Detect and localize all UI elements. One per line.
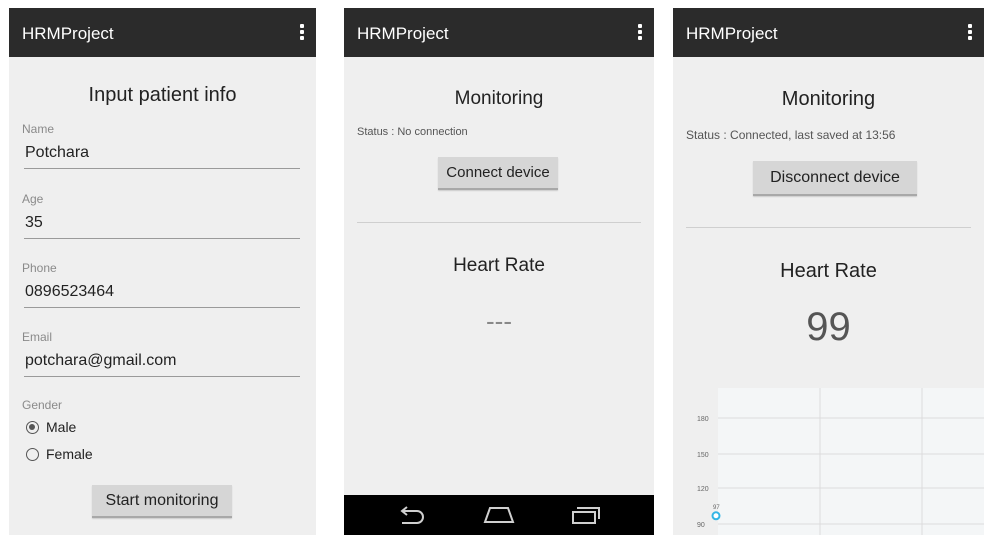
gender-radio-male[interactable]: Male bbox=[26, 419, 76, 435]
phone-label: Phone bbox=[22, 261, 57, 275]
radio-label: Female bbox=[46, 446, 93, 462]
action-bar: HRMProject bbox=[9, 8, 316, 57]
section-divider bbox=[357, 222, 641, 223]
chart-y-tick-label: 90 bbox=[697, 522, 705, 529]
back-icon[interactable] bbox=[396, 505, 428, 525]
app-title: HRMProject bbox=[686, 24, 778, 43]
radio-unselected-icon bbox=[26, 447, 39, 461]
gender-label: Gender bbox=[22, 398, 63, 412]
email-label: Email bbox=[22, 330, 53, 344]
heart-rate-value: 99 bbox=[806, 305, 851, 349]
heart-rate-chart: 180 150 120 90 97 bbox=[697, 388, 984, 535]
heart-rate-heading: Heart Rate bbox=[780, 260, 877, 282]
email-field[interactable] bbox=[24, 352, 300, 377]
chart-data-label: 97 bbox=[713, 505, 720, 511]
action-bar: HRMProject bbox=[673, 8, 984, 57]
heart-rate-heading: Heart Rate bbox=[453, 255, 545, 276]
heart-rate-value: --- bbox=[486, 306, 512, 336]
chart-data-point bbox=[711, 511, 721, 521]
action-bar: HRMProject bbox=[344, 8, 654, 57]
overflow-menu-icon[interactable] bbox=[638, 24, 642, 40]
chart-y-tick-label: 180 bbox=[697, 416, 709, 423]
name-label: Name bbox=[22, 122, 55, 136]
connection-status: Status : Connected, last saved at 13:56 bbox=[686, 128, 896, 142]
connect-device-button[interactable]: Connect device bbox=[438, 157, 558, 190]
monitoring-disconnected-screen: HRMProject Monitoring Status : No connec… bbox=[344, 8, 654, 535]
overflow-menu-icon[interactable] bbox=[968, 24, 972, 40]
home-icon[interactable] bbox=[482, 505, 516, 525]
patient-info-screen: HRMProject Input patient info Name Age P… bbox=[9, 8, 316, 535]
radio-selected-icon bbox=[26, 420, 39, 434]
gender-radio-female[interactable]: Female bbox=[26, 446, 93, 462]
recent-apps-icon[interactable] bbox=[570, 505, 602, 525]
age-field[interactable] bbox=[24, 214, 300, 239]
phone-field[interactable] bbox=[24, 283, 300, 308]
disconnect-device-button[interactable]: Disconnect device bbox=[753, 161, 917, 196]
monitoring-heading: Monitoring bbox=[454, 88, 544, 109]
chart-y-tick-label: 120 bbox=[697, 486, 709, 493]
radio-label: Male bbox=[46, 419, 77, 435]
name-field[interactable] bbox=[24, 144, 300, 169]
chart-plot-area bbox=[718, 388, 984, 535]
chart-y-axis-ticks: 180 150 120 90 bbox=[697, 416, 709, 529]
system-nav-bar bbox=[344, 495, 654, 535]
connection-status: Status : No connection bbox=[357, 126, 468, 138]
page-title: Input patient info bbox=[88, 84, 237, 106]
monitoring-heading: Monitoring bbox=[781, 88, 876, 110]
app-title: HRMProject bbox=[357, 24, 449, 43]
section-divider bbox=[686, 227, 971, 228]
app-title: HRMProject bbox=[22, 24, 114, 43]
chart-y-tick-label: 150 bbox=[697, 452, 709, 459]
overflow-menu-icon[interactable] bbox=[300, 24, 304, 40]
monitoring-connected-screen: HRMProject Monitoring Status : Connected… bbox=[673, 8, 984, 535]
start-monitoring-button[interactable]: Start monitoring bbox=[92, 485, 232, 518]
age-label: Age bbox=[22, 192, 44, 206]
